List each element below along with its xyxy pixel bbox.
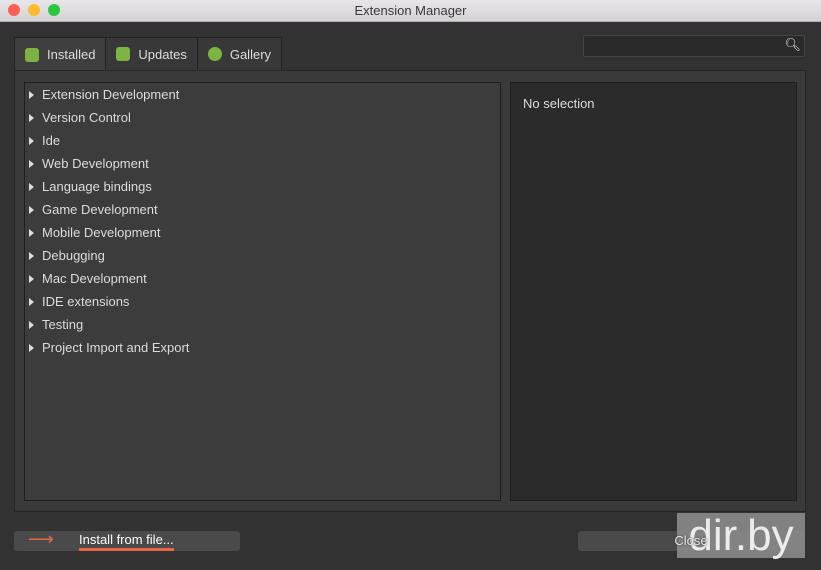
arrow-annotation-icon: ⟶ xyxy=(28,529,54,549)
tab-gallery[interactable]: Gallery xyxy=(196,37,283,70)
tab-updates[interactable]: Updates xyxy=(105,37,198,70)
disclosure-triangle-icon[interactable] xyxy=(29,136,34,145)
disclosure-triangle-icon[interactable] xyxy=(29,205,34,214)
gallery-up-arrow-icon xyxy=(207,47,222,61)
tree-item-label: Debugging xyxy=(42,248,105,263)
tree-item[interactable]: Web Development xyxy=(25,152,500,175)
close-label: Close xyxy=(674,533,708,548)
tree-item[interactable]: Language bindings xyxy=(25,175,500,198)
puzzle-icon xyxy=(25,47,39,62)
tree-item[interactable]: Game Development xyxy=(25,198,500,221)
install-from-file-button[interactable]: ⟶ Install from file... xyxy=(14,529,240,551)
tree-item-label: Mobile Development xyxy=(42,225,161,240)
tree-item[interactable]: Version Control xyxy=(25,106,500,129)
disclosure-triangle-icon[interactable] xyxy=(29,113,34,122)
search-input[interactable]: 🔍︎ xyxy=(583,35,805,57)
tab-bar: Installed Updates Gallery xyxy=(14,37,283,71)
detail-pane: No selection xyxy=(510,82,797,501)
tree-item-label: Ide xyxy=(42,133,61,148)
tree-item-label: IDE extensions xyxy=(42,294,130,309)
tab-installed[interactable]: Installed xyxy=(14,37,107,71)
tree-item-label: Extension Development xyxy=(42,87,180,102)
minimize-window-button[interactable] xyxy=(28,4,40,16)
tree-item-label: Game Development xyxy=(42,202,158,217)
tree-item[interactable]: IDE extensions xyxy=(25,290,500,313)
disclosure-triangle-icon[interactable] xyxy=(29,228,34,237)
close-button[interactable]: Close xyxy=(578,531,804,551)
tree-item-label: Project Import and Export xyxy=(42,340,190,355)
disclosure-triangle-icon[interactable] xyxy=(29,320,34,329)
disclosure-triangle-icon[interactable] xyxy=(29,182,34,191)
close-window-button[interactable] xyxy=(8,4,20,16)
tree-item[interactable]: Project Import and Export xyxy=(25,336,500,359)
tab-label: Installed xyxy=(47,47,96,62)
disclosure-triangle-icon[interactable] xyxy=(29,274,34,283)
disclosure-triangle-icon[interactable] xyxy=(29,297,34,306)
tab-content-panel: Extension Development Version Control Ide W… xyxy=(14,70,806,512)
tree-item[interactable]: Ide xyxy=(25,129,500,152)
tree-item-label: Mac Development xyxy=(42,271,147,286)
tree-item[interactable]: Mobile Development xyxy=(25,221,500,244)
title-bar: Extension Manager xyxy=(0,0,821,22)
tree-item-label: Version Control xyxy=(42,110,131,125)
tree-item[interactable]: Debugging xyxy=(25,244,500,267)
disclosure-triangle-icon[interactable] xyxy=(29,159,34,168)
window-title: Extension Manager xyxy=(354,3,467,18)
tree-item-label: Web Development xyxy=(42,156,149,171)
zoom-window-button[interactable] xyxy=(48,4,60,16)
disclosure-triangle-icon[interactable] xyxy=(29,90,34,99)
tree-item-label: Language bindings xyxy=(42,179,152,194)
extension-category-tree[interactable]: Extension Development Version Control Ide W… xyxy=(24,82,501,501)
tree-item[interactable]: Mac Development xyxy=(25,267,500,290)
tab-label: Gallery xyxy=(229,46,272,62)
tree-item[interactable]: Testing xyxy=(25,313,500,336)
no-selection-label: No selection xyxy=(523,96,595,111)
tree-item[interactable]: Extension Development xyxy=(25,83,500,106)
disclosure-triangle-icon[interactable] xyxy=(29,251,34,260)
puzzle-update-icon xyxy=(116,47,131,61)
install-label: Install from file... xyxy=(79,531,174,551)
disclosure-triangle-icon[interactable] xyxy=(29,343,34,352)
tab-label: Updates xyxy=(138,46,187,62)
search-icon: 🔍︎ xyxy=(784,37,801,52)
tree-item-label: Testing xyxy=(42,317,84,332)
